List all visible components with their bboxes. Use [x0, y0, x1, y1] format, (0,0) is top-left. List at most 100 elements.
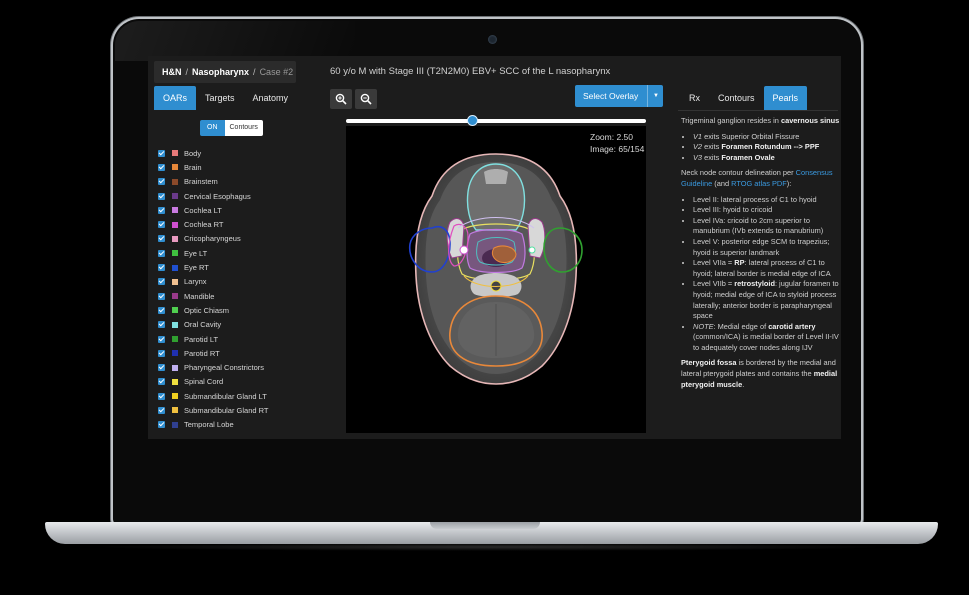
list-item[interactable]: Cochlea RT [158, 217, 298, 231]
left-panel: H&N / Nasopharynx / Case #2 OARs Targets Ana… [148, 56, 296, 439]
checkbox-icon[interactable] [158, 264, 165, 272]
list-item[interactable]: Cochlea LT [158, 203, 298, 217]
list-item: Level VIIb = retrostyloid: jugular foram… [693, 279, 841, 321]
toggle-on[interactable]: ON [200, 120, 225, 136]
tab-pearls[interactable]: Pearls [763, 86, 808, 110]
image-slider-track[interactable] [346, 119, 646, 123]
tab-contours[interactable]: Contours [709, 86, 764, 110]
list-item[interactable]: Cervical Esophagus [158, 189, 298, 203]
tab-anatomy[interactable]: Anatomy [244, 86, 298, 110]
checkbox-icon[interactable] [158, 206, 165, 214]
checkbox-icon[interactable] [158, 221, 165, 229]
pearl-neck-levels-list: Level II: lateral process of C1 to hyoid… [681, 195, 841, 354]
list-item[interactable]: Submandibular Gland LT [158, 389, 298, 403]
list-item[interactable]: Submandibular Gland RT [158, 403, 298, 417]
structure-label: Pharyngeal Constrictors [184, 363, 265, 373]
color-swatch [172, 250, 178, 257]
toggle-contours[interactable]: Contours [224, 120, 263, 136]
structure-label: Parotid RT [184, 348, 220, 358]
list-item[interactable]: Eye LT [158, 246, 298, 260]
left-tabs: OARs Targets Anatomy [154, 86, 297, 110]
color-swatch [172, 378, 178, 385]
list-item: V1 exits Superior Orbital Fissure [693, 132, 841, 143]
list-item[interactable]: Oral Cavity [158, 318, 298, 332]
ct-scan-image [408, 153, 583, 385]
list-item: Level IVa: cricoid to 2cm superior to ma… [693, 216, 841, 237]
checkbox-icon[interactable] [158, 249, 165, 257]
image-index-text: Image: 65/154 [590, 144, 645, 154]
tab-rx[interactable]: Rx [680, 86, 709, 110]
breadcrumb-nasopharynx[interactable]: Nasopharynx [192, 67, 249, 77]
checkbox-icon[interactable] [158, 349, 165, 357]
app-screen: H&N / Nasopharynx / Case #2 OARs Targets Ana… [148, 56, 841, 439]
breadcrumb-sep: / [253, 67, 256, 77]
checkbox-icon[interactable] [158, 378, 165, 386]
list-item[interactable]: Parotid LT [158, 332, 298, 346]
checkbox-icon[interactable] [158, 306, 165, 314]
color-swatch [172, 193, 178, 200]
list-item[interactable]: Optic Chiasm [158, 303, 298, 317]
list-item[interactable]: Parotid RT [158, 346, 298, 360]
list-item: Level III: hyoid to cricoid [693, 205, 841, 216]
zoom-in-button[interactable] [330, 89, 352, 109]
zoom-out-button[interactable] [355, 89, 377, 109]
select-overlay-button[interactable]: Select Overlay ▼ [575, 85, 663, 107]
checkbox-icon[interactable] [158, 292, 165, 300]
tab-targets[interactable]: Targets [196, 86, 244, 110]
list-item[interactable]: Mandible [158, 289, 298, 303]
checkbox-icon[interactable] [158, 235, 165, 243]
checkbox-icon[interactable] [158, 163, 165, 171]
structure-label: Brainstem [184, 177, 218, 187]
breadcrumb-hn[interactable]: H&N [162, 67, 182, 77]
color-swatch [172, 307, 178, 314]
pearls-content: Trigeminal ganglion resides in cavernous… [681, 116, 841, 395]
list-item[interactable]: Cricopharyngeus [158, 232, 298, 246]
list-item[interactable]: Eye RT [158, 260, 298, 274]
color-swatch [172, 221, 178, 228]
checkbox-icon[interactable] [158, 278, 165, 286]
checkbox-icon[interactable] [158, 392, 165, 400]
checkbox-icon[interactable] [158, 364, 165, 372]
webcam-icon [488, 35, 497, 44]
structure-label: Submandibular Gland RT [184, 405, 269, 415]
breadcrumb: H&N / Nasopharynx / Case #2 [154, 61, 296, 83]
color-swatch [172, 264, 178, 271]
checkbox-icon[interactable] [158, 406, 165, 414]
color-swatch [172, 164, 178, 171]
image-slider-thumb[interactable] [467, 115, 479, 126]
list-item: NOTE: Medial edge of carotid artery (com… [693, 322, 841, 354]
structure-label: Cochlea LT [184, 205, 222, 215]
right-divider [678, 110, 838, 111]
checkbox-icon[interactable] [158, 178, 165, 186]
zoom-in-icon [335, 93, 347, 105]
checkbox-icon[interactable] [158, 321, 165, 329]
checkbox-icon[interactable] [158, 149, 165, 157]
breadcrumb-case: Case #2 [259, 67, 294, 77]
list-item[interactable]: Temporal Lobe [158, 418, 298, 432]
list-item: Level II: lateral process of C1 to hyoid [693, 195, 841, 206]
color-swatch [172, 207, 178, 214]
list-item[interactable]: Brainstem [158, 175, 298, 189]
structure-label: Larynx [184, 277, 207, 287]
checkbox-icon[interactable] [158, 192, 165, 200]
list-item[interactable]: Larynx [158, 275, 298, 289]
structure-label: Brain [184, 162, 202, 172]
laptop-notch [430, 522, 540, 529]
laptop-shadow [90, 543, 890, 551]
list-item[interactable]: Body [158, 146, 298, 160]
list-item[interactable]: Brain [158, 160, 298, 174]
checkbox-icon[interactable] [158, 335, 165, 343]
structure-label: Submandibular Gland LT [184, 391, 267, 401]
list-item[interactable]: Spinal Cord [158, 375, 298, 389]
list-item: V3 exits Foramen Ovale [693, 153, 841, 164]
color-swatch [172, 293, 178, 300]
rtog-atlas-link[interactable]: RTOG atlas PDF [731, 179, 787, 188]
checkbox-icon[interactable] [158, 421, 165, 429]
list-item[interactable]: Pharyngeal Constrictors [158, 360, 298, 374]
contours-toggle[interactable]: ON Contours [200, 120, 263, 136]
tab-oars[interactable]: OARs [154, 86, 197, 110]
ct-viewer[interactable] [346, 126, 646, 433]
color-swatch [172, 235, 178, 242]
zoom-readout: Zoom: 2.50 Image: 65/154 [590, 131, 644, 155]
screen-glare [115, 21, 355, 61]
